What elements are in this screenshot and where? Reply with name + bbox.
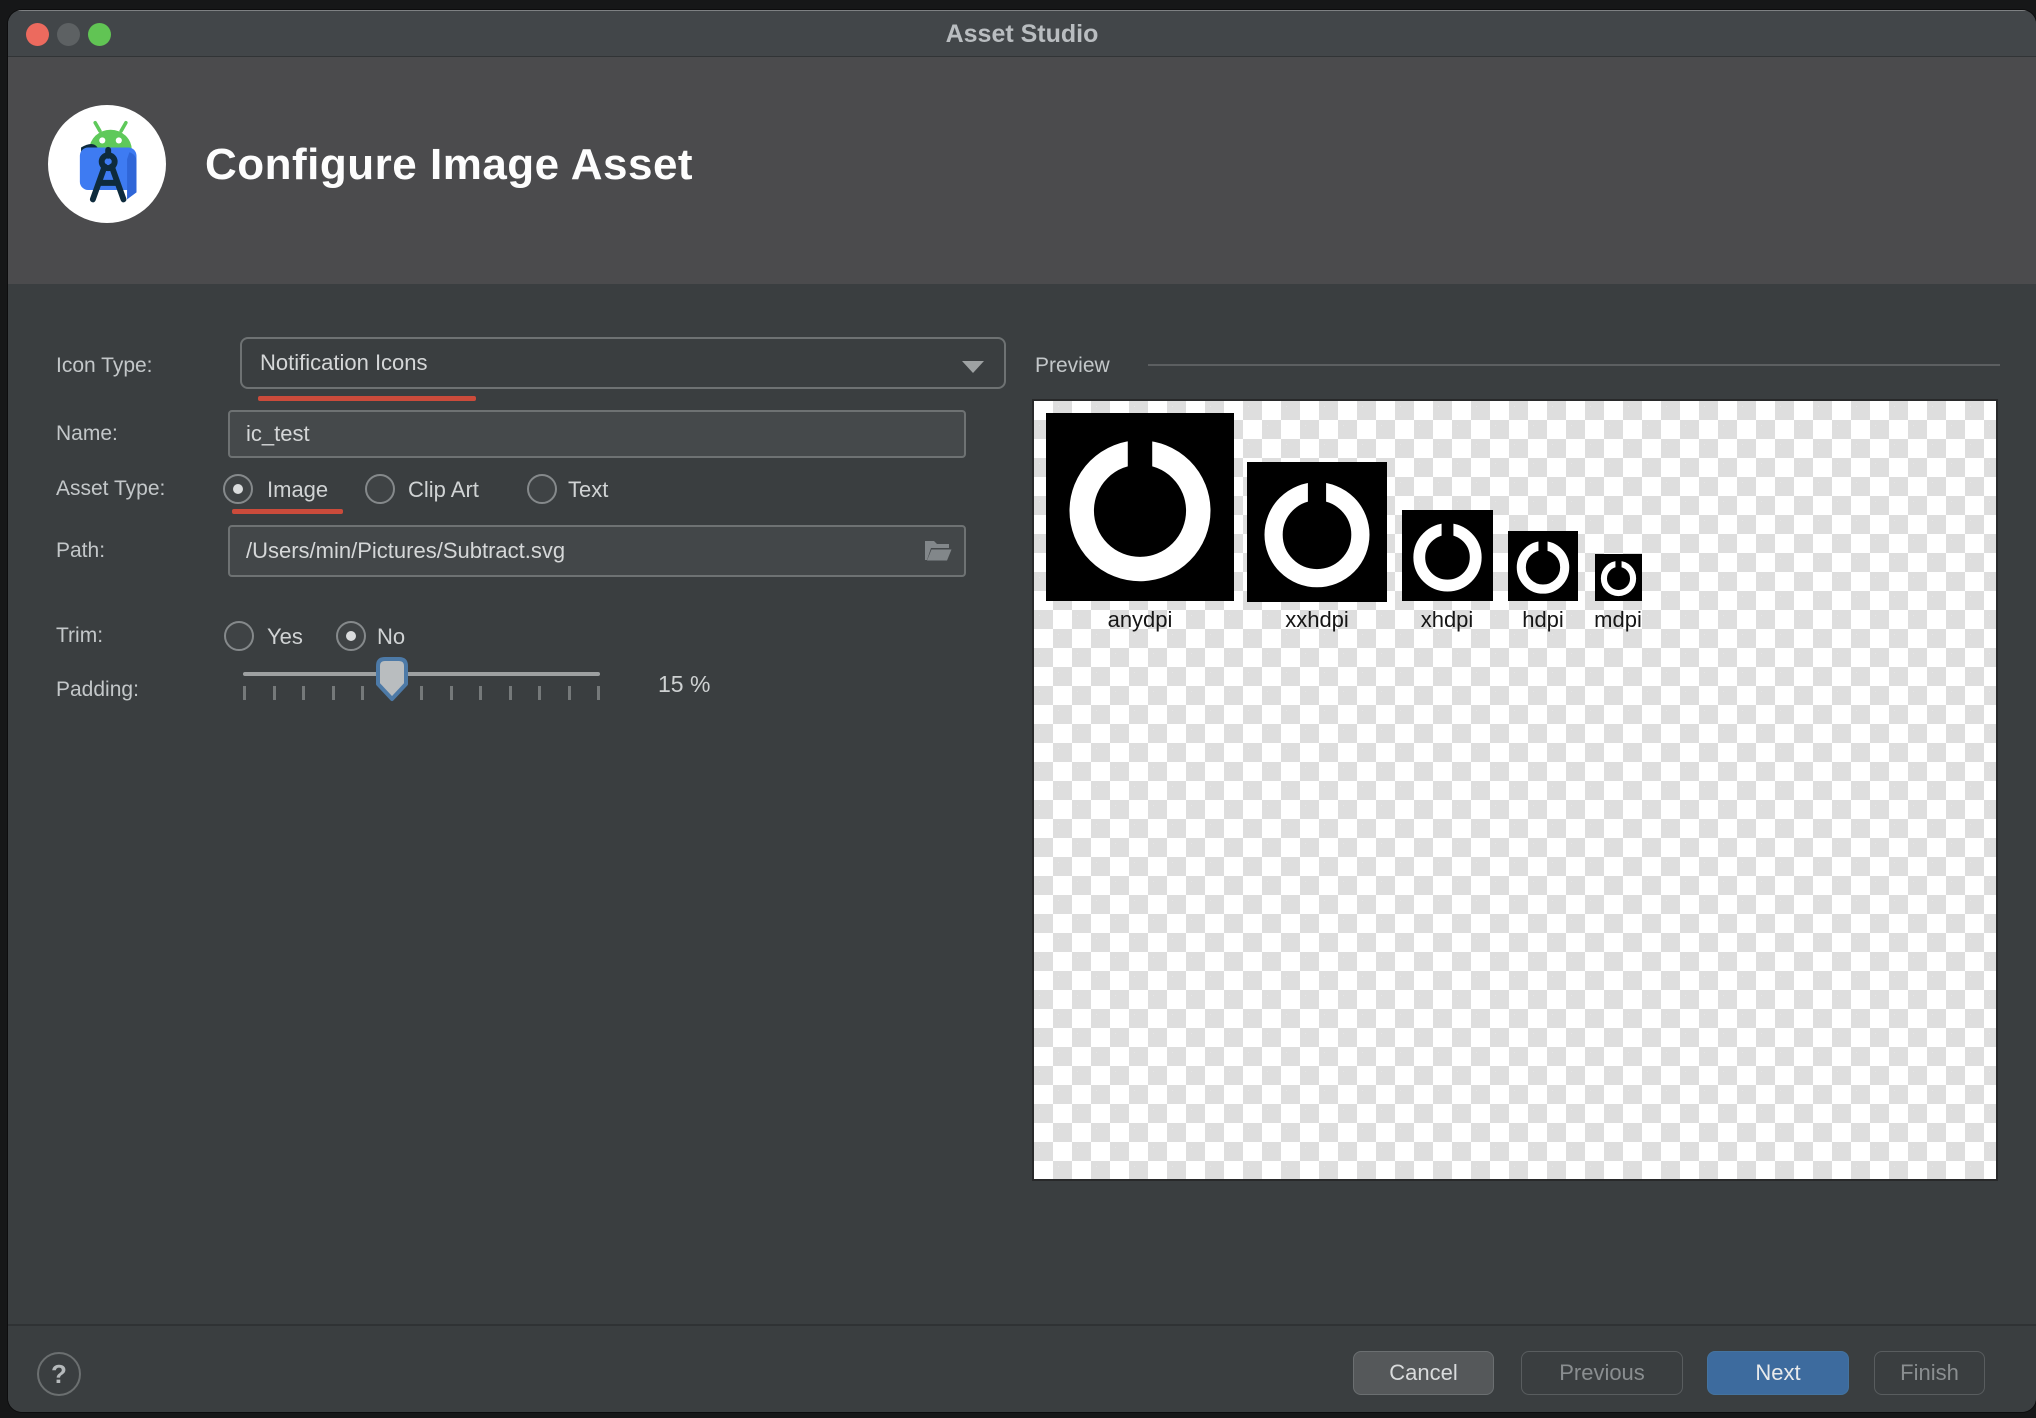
page-title: Configure Image Asset (205, 140, 693, 190)
density-label-anydpi: anydpi (1108, 607, 1173, 633)
radio-image[interactable] (223, 474, 253, 504)
name-value: ic_test (246, 421, 310, 447)
density-label-mdpi: mdpi (1594, 607, 1642, 633)
padding-slider-ticks (243, 686, 600, 700)
titlebar: Asset Studio (8, 10, 2036, 57)
icon-type-value: Notification Icons (260, 350, 428, 376)
preview-icon-mdpi (1595, 554, 1642, 601)
icon-type-label: Icon Type: (56, 354, 153, 378)
radio-clip-art[interactable] (365, 474, 395, 504)
radio-image-label[interactable]: Image (267, 477, 328, 503)
finish-button[interactable]: Finish (1874, 1351, 1985, 1395)
preview-icon-anydpi (1046, 413, 1234, 601)
icon-type-dropdown[interactable]: Notification Icons (240, 337, 1006, 389)
path-label: Path: (56, 539, 105, 563)
previous-button[interactable]: Previous (1521, 1351, 1683, 1395)
preview-icon-hdpi (1508, 531, 1578, 601)
radio-trim-no[interactable] (336, 621, 366, 651)
asset-studio-dialog: Asset Studio (8, 10, 2036, 1412)
radio-trim-no-label[interactable]: No (377, 624, 405, 650)
preview-divider (1148, 364, 2000, 366)
radio-text[interactable] (527, 474, 557, 504)
preview-icon-xhdpi (1402, 510, 1493, 601)
radio-clip-art-label[interactable]: Clip Art (408, 477, 479, 503)
density-label-xxhdpi: xxhdpi (1285, 607, 1349, 633)
padding-value: 15 % (658, 671, 710, 698)
dialog-header: Configure Image Asset (8, 57, 2036, 284)
path-value: /Users/min/Pictures/Subtract.svg (246, 538, 565, 564)
folder-browse-icon[interactable] (922, 536, 954, 566)
density-label-hdpi: hdpi (1522, 607, 1564, 633)
padding-label: Padding: (56, 678, 139, 702)
trim-label: Trim: (56, 624, 103, 648)
window-title: Asset Studio (8, 11, 2036, 58)
asset-type-label: Asset Type: (56, 477, 165, 501)
radio-trim-yes-label[interactable]: Yes (267, 624, 303, 650)
help-button[interactable]: ? (37, 1352, 81, 1396)
chevron-down-icon (962, 361, 984, 373)
padding-slider-track[interactable] (243, 672, 600, 676)
name-input[interactable]: ic_test (228, 410, 966, 458)
radio-trim-yes[interactable] (224, 621, 254, 651)
path-input[interactable]: /Users/min/Pictures/Subtract.svg (228, 525, 966, 577)
asset-type-red-underline (232, 509, 343, 514)
dialog-footer: ? Cancel Previous Next Finish (8, 1324, 2036, 1412)
preview-canvas: anydpi xxhdpi xhdpi hdpi mdpi (1032, 399, 1998, 1181)
radio-text-label[interactable]: Text (568, 477, 608, 503)
icon-type-red-underline (258, 396, 476, 401)
preview-icon-xxhdpi (1247, 462, 1387, 602)
padding-slider-thumb[interactable] (372, 655, 412, 702)
next-button[interactable]: Next (1707, 1351, 1849, 1395)
density-label-xhdpi: xhdpi (1421, 607, 1474, 633)
preview-section-label: Preview (1035, 354, 1110, 378)
name-label: Name: (56, 422, 118, 446)
asset-studio-logo-icon (48, 105, 166, 223)
cancel-button[interactable]: Cancel (1353, 1351, 1494, 1395)
